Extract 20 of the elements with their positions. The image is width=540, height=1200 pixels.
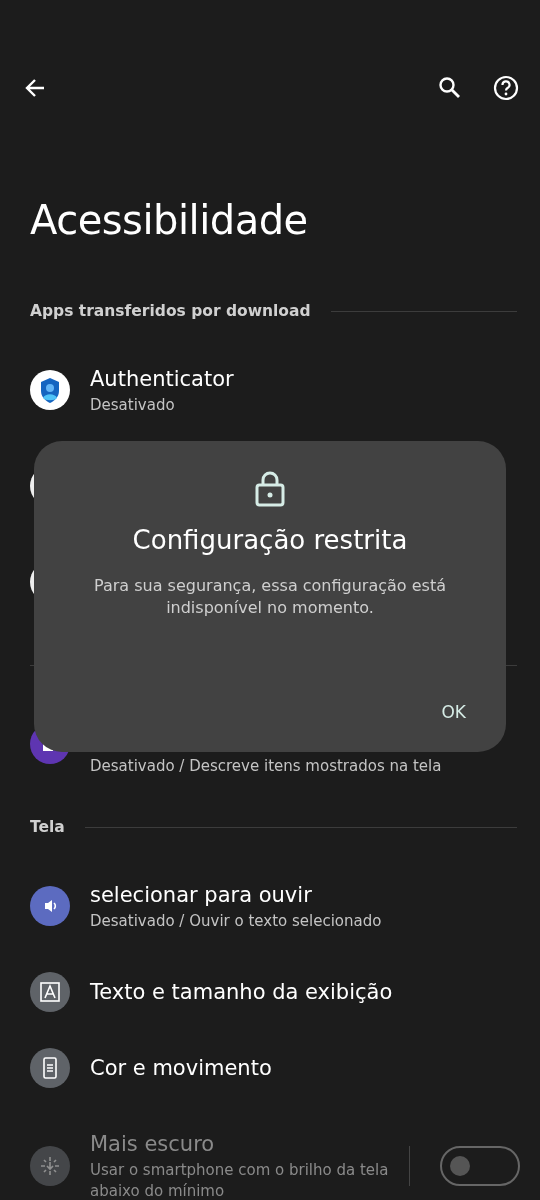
speaker-icon <box>30 886 70 926</box>
lock-icon <box>253 469 287 507</box>
item-title[interactable]: Authenticator <box>90 364 520 393</box>
item-title[interactable]: Cor e movimento <box>90 1054 520 1082</box>
dialog-message: Para sua segurança, essa configuração está indisponível no momento. <box>93 575 447 619</box>
section-header: Tela <box>30 818 65 836</box>
item-title[interactable]: Texto e tamanho da exibição <box>90 978 520 1006</box>
ok-button[interactable]: OK <box>425 694 482 730</box>
item-subtitle: Desativado / Descreve itens mostrados na tela <box>90 755 443 777</box>
shield-person-icon <box>30 370 70 410</box>
item-title[interactable]: selecionar para ouvir <box>90 880 520 909</box>
text-size-icon <box>30 972 70 1012</box>
phone-icon <box>30 1048 70 1088</box>
item-subtitle: Desativado / Ouvir o texto selecionado <box>90 910 383 932</box>
item-subtitle: Desativado <box>90 394 176 416</box>
brightness-icon <box>30 1146 70 1186</box>
item-subtitle: Usar o smartphone com o brilho da tela abaixo do mínimo <box>90 1160 389 1200</box>
page-title: Acessibilidade <box>30 196 309 245</box>
section-header: Apps transferidos por download <box>30 302 311 320</box>
dialog-title: Configuração restrita <box>132 524 408 557</box>
